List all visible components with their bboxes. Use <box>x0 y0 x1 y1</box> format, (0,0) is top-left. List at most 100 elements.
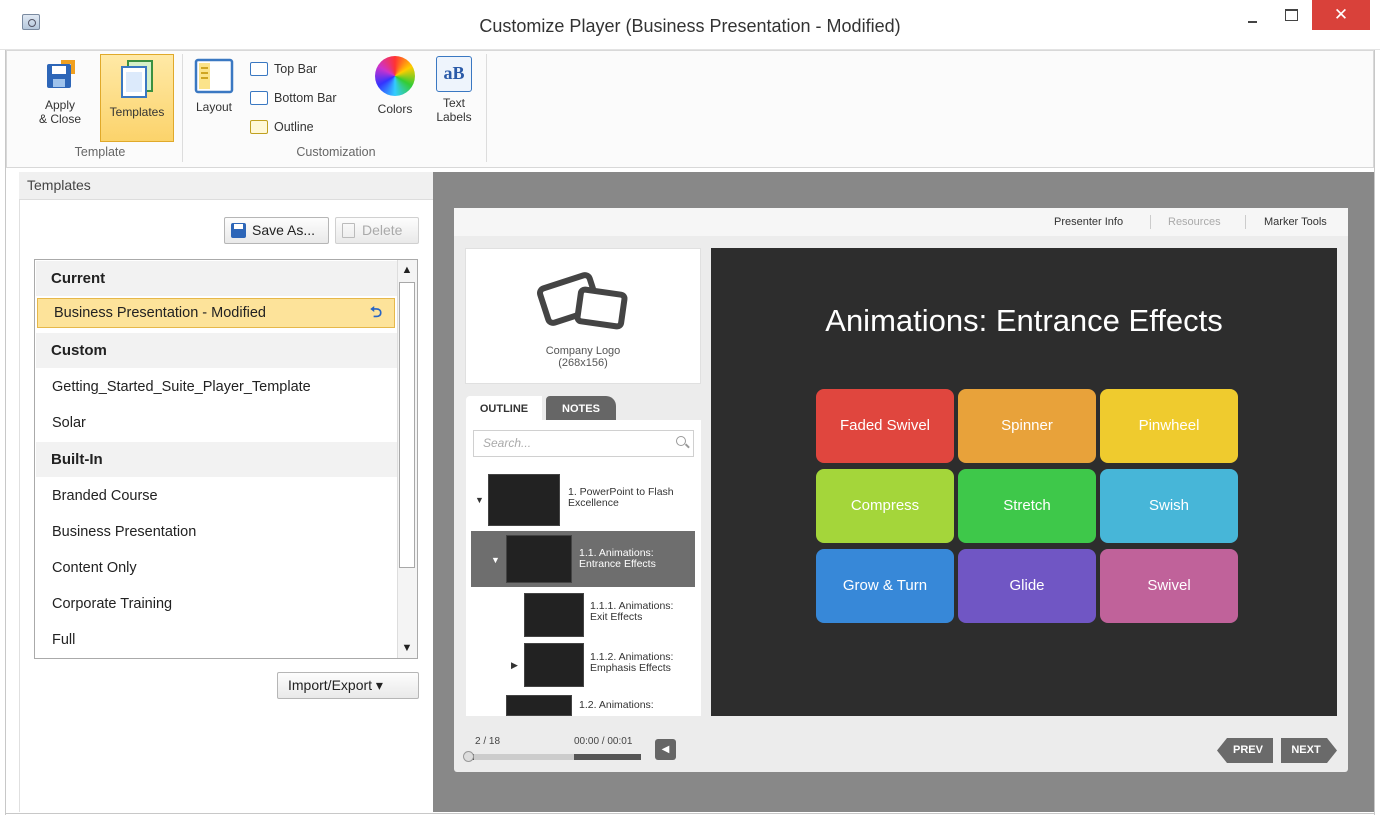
tab-presenter-info[interactable]: Presenter Info <box>1054 216 1123 228</box>
delete-icon <box>342 223 355 238</box>
outline-label: Outline <box>274 120 314 134</box>
list-item-current[interactable]: Business Presentation - Modified ⮌ <box>37 298 395 328</box>
volume-icon[interactable]: ◀ <box>655 739 676 760</box>
top-bar-button[interactable]: Top Bar <box>250 59 350 81</box>
outline-item[interactable]: 1. PowerPoint to Flash Excellence <box>568 487 674 509</box>
effect-tile: Spinner <box>958 389 1096 463</box>
ribbon-separator <box>486 54 487 162</box>
list-item[interactable]: Branded Course <box>36 478 397 514</box>
effect-tile: Stretch <box>958 469 1096 543</box>
bottom-bar-icon <box>250 91 268 105</box>
list-item[interactable]: Solar <box>36 405 397 441</box>
window-title: Customize Player (Business Presentation … <box>479 16 901 36</box>
text-labels-button[interactable]: aB Text Labels <box>428 56 480 146</box>
revert-icon[interactable]: ⮌ <box>370 299 382 327</box>
scroll-up-icon[interactable]: ▲ <box>397 260 417 280</box>
text-labels-icon: aB <box>436 56 472 92</box>
window-border <box>5 813 1375 814</box>
save-as-button[interactable]: Save As... <box>224 217 329 244</box>
save-as-label: Save As... <box>252 222 316 238</box>
bottom-bar-label: Bottom Bar <box>274 91 337 105</box>
layout-icon <box>194 58 234 94</box>
slide-thumbnail <box>524 643 584 687</box>
template-list[interactable]: Current Business Presentation - Modified… <box>34 259 418 659</box>
seek-progress <box>474 754 574 760</box>
list-item[interactable]: Content Only <box>36 550 397 586</box>
layout-label: Layout <box>195 100 233 114</box>
list-item[interactable]: Full <box>36 622 397 658</box>
import-export-button[interactable]: Import/Export ▾ <box>277 672 419 699</box>
section-header-current: Current <box>36 261 397 296</box>
outline-item[interactable]: 1.2. Animations: <box>579 700 654 711</box>
colors-label: Colors <box>377 102 413 116</box>
apply-close-label: Apply & Close <box>38 98 82 126</box>
next-button[interactable]: NEXT <box>1281 738 1337 763</box>
outline-item[interactable]: 1.1.2. Animations: Emphasis Effects <box>590 652 673 674</box>
templates-label: Templates <box>109 105 165 119</box>
slide-thumbnail <box>506 695 572 716</box>
tab-resources[interactable]: Resources <box>1168 216 1221 228</box>
templates-icon <box>121 60 153 98</box>
list-item[interactable]: Business Presentation <box>36 514 397 550</box>
expand-arrow-icon[interactable]: ▼ <box>475 495 484 505</box>
scroll-thumb[interactable] <box>399 282 415 568</box>
effect-tile: Faded Swivel <box>816 389 954 463</box>
save-close-icon <box>47 60 75 88</box>
delete-button[interactable]: Delete <box>335 217 419 244</box>
outline-item[interactable]: 1.1.1. Animations: Exit Effects <box>590 601 673 623</box>
section-header-custom: Custom <box>36 333 397 368</box>
divider <box>1150 215 1151 229</box>
scroll-down-icon[interactable]: ▼ <box>397 638 417 658</box>
list-item-label: Business Presentation - Modified <box>54 305 266 321</box>
list-item[interactable]: Corporate Training <box>36 586 397 622</box>
logo-label: Company Logo (268x156) <box>545 345 621 369</box>
color-wheel-icon <box>375 56 415 96</box>
divider <box>1245 215 1246 229</box>
colors-button[interactable]: Colors <box>369 56 421 136</box>
slide-thumbnail <box>524 593 584 637</box>
outline-icon <box>250 120 268 134</box>
templates-button[interactable]: Templates <box>100 54 174 142</box>
section-header-built-in: Built-In <box>36 442 397 477</box>
group-customization-label: Customization <box>296 145 376 159</box>
outline-item: 1.1. Animations: Entrance Effects <box>579 547 656 570</box>
delete-label: Delete <box>362 222 403 238</box>
top-bar-label: Top Bar <box>274 62 318 76</box>
slide-thumbnail <box>488 474 560 526</box>
logo-image-icon <box>573 285 629 331</box>
group-template-label: Template <box>74 145 126 159</box>
expand-arrow-icon[interactable]: ▶ <box>511 660 518 671</box>
effect-tile: Swivel <box>1100 549 1238 623</box>
search-input[interactable]: Search... <box>473 430 694 457</box>
tab-marker-tools[interactable]: Marker Tools <box>1264 216 1327 228</box>
effect-tile: Pinwheel <box>1100 389 1238 463</box>
seek-handle[interactable] <box>463 751 474 762</box>
top-bar-icon <box>250 62 268 76</box>
minimize-button[interactable] <box>1238 8 1268 28</box>
expand-arrow-icon[interactable]: ▼ <box>491 555 500 565</box>
effect-tile: Glide <box>958 549 1096 623</box>
tab-outline[interactable]: OUTLINE <box>466 396 542 422</box>
slide-title: Animations: Entrance Effects <box>825 303 1223 338</box>
effect-tile: Compress <box>816 469 954 543</box>
close-button[interactable]: ✕ <box>1312 0 1370 30</box>
tab-notes[interactable]: NOTES <box>546 396 616 422</box>
apply-close-button[interactable]: Apply & Close <box>28 58 92 144</box>
layout-button[interactable]: Layout <box>188 58 240 138</box>
slide-thumbnail <box>506 535 572 583</box>
effect-tile: Grow & Turn <box>816 549 954 623</box>
window-border <box>1374 50 1375 815</box>
search-icon[interactable] <box>676 436 686 446</box>
maximize-button[interactable] <box>1276 4 1306 28</box>
ribbon-separator <box>182 54 183 162</box>
effect-tile: Swish <box>1100 469 1238 543</box>
text-labels-label: Text Labels <box>436 96 472 124</box>
templates-panel-title: Templates <box>27 177 91 193</box>
bottom-bar-button[interactable]: Bottom Bar <box>250 88 360 110</box>
outline-button[interactable]: Outline <box>250 117 350 139</box>
prev-button[interactable]: PREV <box>1217 738 1273 763</box>
window-border <box>5 50 6 815</box>
slide-counter: 2 / 18 <box>475 736 501 747</box>
list-item[interactable]: Getting_Started_Suite_Player_Template <box>36 369 397 405</box>
time-display: 00:00 / 00:01 <box>574 736 633 747</box>
